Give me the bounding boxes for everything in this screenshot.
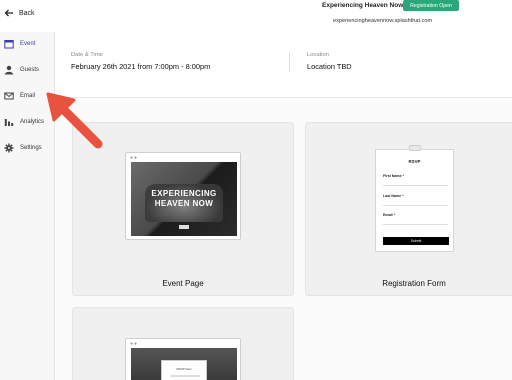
event-page-card[interactable]: ●● EXPERIENCING HEAVEN NOW Event Page bbox=[72, 122, 294, 296]
form-field-line bbox=[383, 198, 448, 206]
status-badge: Registration Open bbox=[403, 0, 459, 11]
sidebar-item-guests[interactable]: Guests bbox=[0, 58, 55, 82]
person-icon bbox=[4, 65, 14, 75]
event-url-link[interactable]: experiencingheavennow.splashthat.com bbox=[333, 18, 432, 24]
registration-form-card[interactable]: RSVP First Name * Last Name * Email * Su… bbox=[305, 122, 512, 296]
sidebar-item-label: Guests bbox=[20, 67, 40, 73]
form-field-line bbox=[383, 217, 448, 225]
sidebar-item-label: Email bbox=[20, 93, 36, 99]
sidebar-item-event[interactable]: Event bbox=[0, 32, 55, 56]
content-area: ●● EXPERIENCING HEAVEN NOW Event Page RS… bbox=[56, 98, 512, 380]
top-bar: Back Experiencing Heaven Now Registratio… bbox=[0, 0, 512, 32]
calendar-icon bbox=[4, 40, 14, 49]
gear-icon bbox=[4, 143, 14, 153]
divider bbox=[289, 52, 290, 72]
sidebar-item-settings[interactable]: Settings bbox=[0, 136, 55, 160]
event-info-bar: Date & Time February 26th 2021 from 7:00… bbox=[55, 32, 512, 98]
third-page-card[interactable]: ●● RSVP Now bbox=[72, 307, 294, 380]
back-label: Back bbox=[19, 9, 35, 17]
event-title: Experiencing Heaven Now bbox=[322, 2, 404, 9]
date-time-value: February 26th 2021 from 7:00pm - 8:00pm bbox=[71, 62, 211, 71]
envelope-icon bbox=[4, 92, 14, 100]
clipboard-clip-icon bbox=[409, 145, 421, 151]
event-page-thumbnail: ●● EXPERIENCING HEAVEN NOW bbox=[125, 152, 241, 240]
sidebar-item-label: Analytics bbox=[20, 119, 45, 125]
form-field-line bbox=[383, 178, 448, 186]
arrow-left-icon bbox=[4, 9, 13, 17]
date-time-block[interactable]: Date & Time February 26th 2021 from 7:00… bbox=[71, 52, 210, 71]
mini-hero-image: RSVP Now bbox=[131, 348, 237, 380]
location-value: Location TBD bbox=[307, 62, 352, 71]
sidebar-item-label: Settings bbox=[20, 145, 42, 151]
bar-chart-icon bbox=[4, 119, 14, 126]
sidebar-item-email[interactable]: Email bbox=[0, 84, 55, 108]
sidebar-item-analytics[interactable]: Analytics bbox=[0, 110, 55, 134]
location-block[interactable]: Location Location TBD bbox=[307, 52, 352, 71]
sidebar-item-label: Event bbox=[20, 41, 36, 47]
third-page-thumbnail: ●● RSVP Now bbox=[125, 338, 241, 380]
form-submit-button: Submit bbox=[383, 237, 449, 245]
card-label: Registration Form bbox=[382, 279, 446, 288]
location-label: Location bbox=[307, 52, 329, 58]
window-dots-icon: ●● bbox=[130, 341, 139, 347]
mini-card-title: RSVP Now bbox=[176, 367, 192, 371]
registration-form-thumbnail: RSVP First Name * Last Name * Email * Su… bbox=[375, 149, 454, 252]
mini-card-line bbox=[170, 375, 200, 377]
mini-rsvp-card: RSVP Now bbox=[161, 360, 207, 380]
card-label: Event Page bbox=[162, 279, 204, 288]
hero-button bbox=[179, 225, 189, 229]
back-button[interactable]: Back bbox=[4, 8, 35, 18]
hero-title-line2: HEAVEN NOW bbox=[154, 199, 214, 208]
form-heading: RSVP bbox=[408, 159, 421, 164]
window-dots-icon: ●● bbox=[130, 155, 139, 161]
date-time-label: Date & Time bbox=[71, 52, 103, 58]
hero-image: EXPERIENCING HEAVEN NOW bbox=[131, 162, 237, 236]
sidebar: Event Guests Email Analytics Settings bbox=[0, 32, 55, 380]
hero-title-line1: EXPERIENCING bbox=[151, 189, 217, 198]
